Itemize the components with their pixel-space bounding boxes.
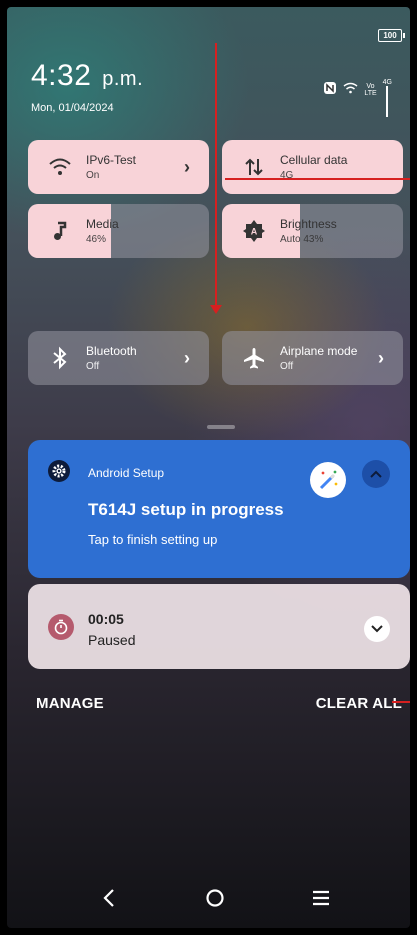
tile-airplane-mode[interactable]: Airplane mode Off › xyxy=(222,331,403,385)
tile-media-level: 46% xyxy=(86,234,107,245)
volte-indicator: Vo LTE xyxy=(364,83,376,97)
notification-text: Tap to finish setting up xyxy=(88,532,218,547)
clear-all-button[interactable]: CLEAR ALL xyxy=(316,695,402,712)
tile-wifi-label: IPv6-Test xyxy=(86,153,137,167)
clock[interactable]: 4:32 p.m. xyxy=(31,59,143,93)
chevron-down-icon[interactable] xyxy=(364,616,390,642)
back-icon[interactable] xyxy=(95,886,123,910)
tile-wifi[interactable]: IPv6-Test On › xyxy=(28,140,209,194)
tile-media-label: Media xyxy=(86,217,119,231)
date[interactable]: Mon, 01/04/2024 xyxy=(31,102,114,114)
tile-airplane-text: Airplane mode Off xyxy=(280,344,371,372)
navigation-bar xyxy=(7,868,410,928)
tile-cellular-label: Cellular data xyxy=(280,153,348,167)
tile-cellular-data[interactable]: Cellular data 4G xyxy=(222,140,403,194)
nfc-icon xyxy=(323,81,337,98)
tile-bluetooth-label: Bluetooth xyxy=(86,344,137,358)
home-icon[interactable] xyxy=(201,886,229,910)
tile-cellular-text: Cellular data 4G xyxy=(280,153,403,181)
airplane-icon xyxy=(242,346,266,370)
gear-icon xyxy=(48,460,70,482)
annotation-arrow-head xyxy=(210,305,222,314)
cellular-data-icon xyxy=(242,155,266,179)
chevron-up-icon[interactable] xyxy=(362,460,390,488)
network-4g-label: 4G xyxy=(382,79,392,86)
wifi-icon xyxy=(48,155,72,179)
bluetooth-icon xyxy=(48,346,72,370)
chevron-right-icon[interactable]: › xyxy=(177,157,197,178)
music-note-icon xyxy=(48,219,72,243)
notification-app-name: Android Setup xyxy=(88,466,165,480)
tile-wifi-text: IPv6-Test On xyxy=(86,153,177,181)
tile-airplane-status: Off xyxy=(280,361,294,372)
timer-notification[interactable]: 00:05 Paused xyxy=(28,584,410,669)
notification-title: T614J setup in progress xyxy=(88,500,284,519)
tile-media-volume[interactable]: Media 46% xyxy=(28,204,209,258)
tile-brightness-level: Auto 43% xyxy=(280,234,324,245)
volte-label: Vo xyxy=(366,82,375,90)
status-icons: Vo LTE 4G xyxy=(323,79,392,117)
clock-ampm: p.m. xyxy=(102,68,144,90)
recents-icon[interactable] xyxy=(307,886,335,910)
tile-wifi-status: On xyxy=(86,170,100,181)
svg-text:A: A xyxy=(251,227,258,237)
clock-time: 4:32 xyxy=(31,59,92,92)
annotation-arrow-line xyxy=(215,43,217,309)
tile-brightness-label: Brightness xyxy=(280,217,337,231)
network-type: 4G xyxy=(382,79,392,117)
tile-bluetooth-text: Bluetooth Off xyxy=(86,344,177,372)
timer-icon xyxy=(48,614,74,640)
setup-notification[interactable]: Android Setup T614J setup in progress Ta… xyxy=(28,440,410,578)
manage-button[interactable]: MANAGE xyxy=(36,695,104,712)
tile-brightness-text: Brightness Auto 43% xyxy=(280,217,403,245)
magic-wand-icon xyxy=(310,462,346,498)
tile-bluetooth-status: Off xyxy=(86,361,100,372)
notification-shade: 100 4:32 p.m. Mon, 01/04/2024 Vo LTE 4G I… xyxy=(7,7,410,928)
timer-value: 00:05 xyxy=(88,611,124,627)
chevron-right-icon[interactable]: › xyxy=(371,348,391,369)
timer-state: Paused xyxy=(88,632,136,648)
annotation-line-cellular xyxy=(225,178,410,180)
wifi-status-icon xyxy=(343,82,358,97)
tile-airplane-label: Airplane mode xyxy=(280,344,358,358)
battery-icon: 100 xyxy=(378,29,405,42)
signal-icon xyxy=(386,86,389,117)
tile-media-text: Media 46% xyxy=(86,217,209,245)
lte-label: LTE xyxy=(364,89,377,97)
tile-bluetooth[interactable]: Bluetooth Off › xyxy=(28,331,209,385)
drag-handle[interactable] xyxy=(207,425,235,429)
chevron-right-icon[interactable]: › xyxy=(177,348,197,369)
annotation-line-clear-all xyxy=(392,701,410,703)
tile-brightness[interactable]: A Brightness Auto 43% xyxy=(222,204,403,258)
brightness-icon: A xyxy=(242,219,266,243)
